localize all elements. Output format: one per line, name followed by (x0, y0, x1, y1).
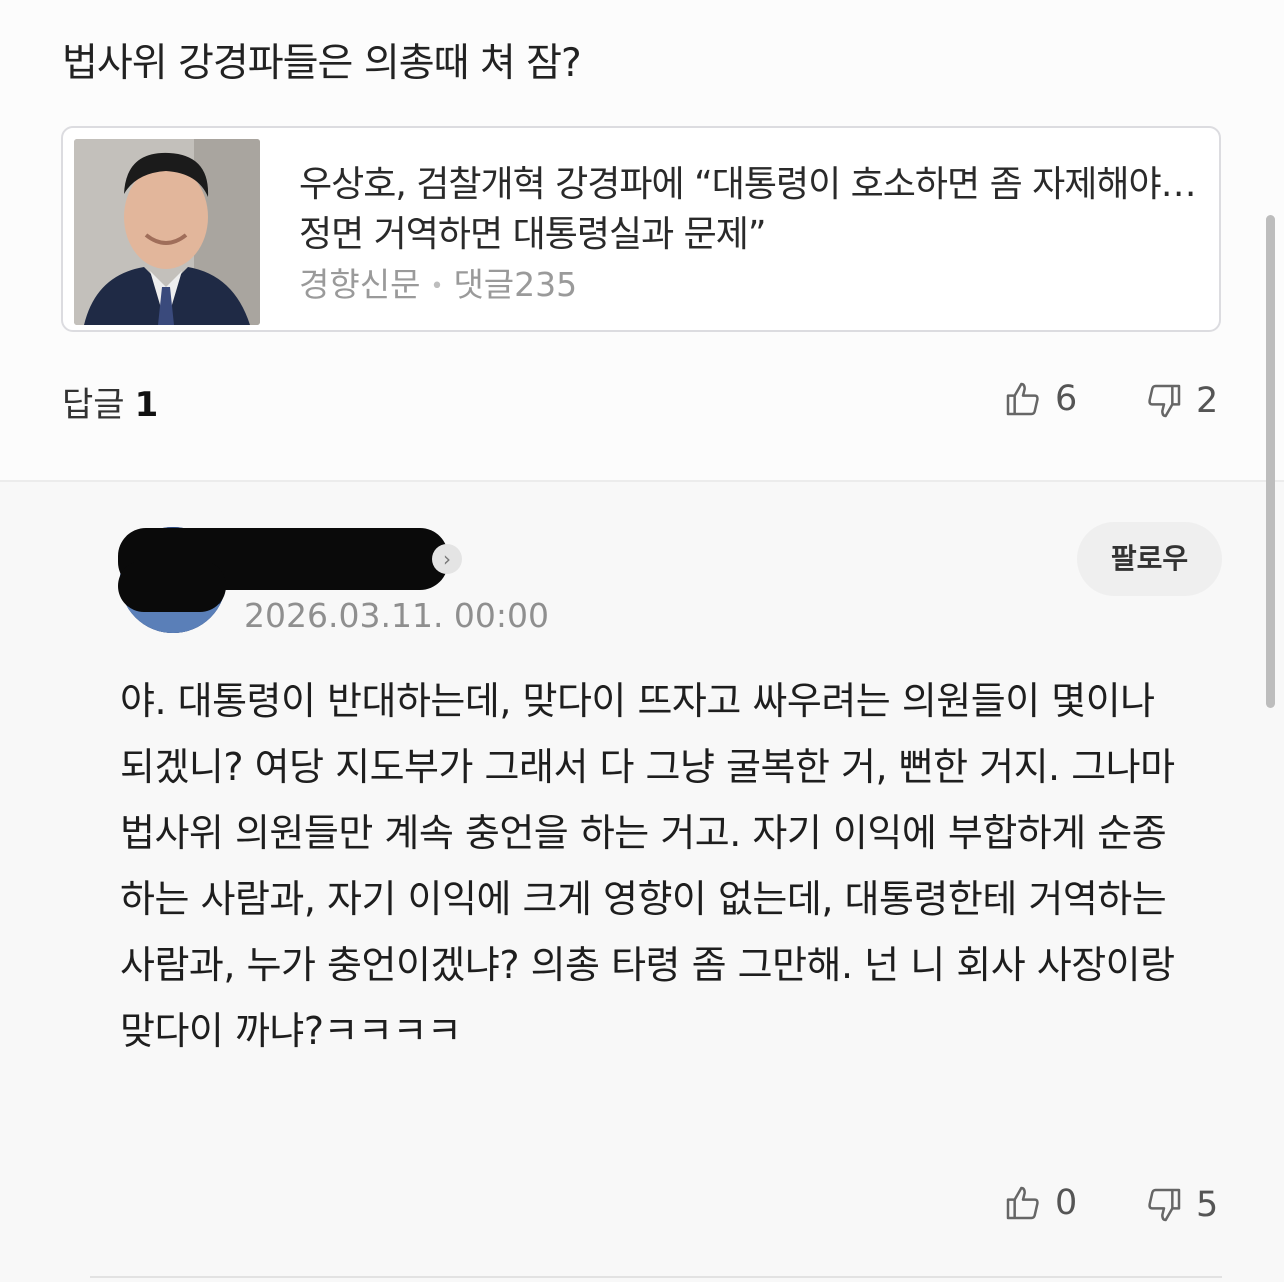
article-headline[interactable]: 우상호, 검찰개혁 강경파에 “대통령이 호소하면 좀 자제해야…정면 거역하면… (299, 160, 1199, 260)
scrollbar[interactable] (1266, 215, 1275, 708)
bottom-divider (90, 1276, 1222, 1278)
article-source: 경향신문 (299, 265, 421, 304)
avatar-redaction (118, 560, 226, 612)
post-dislike-count: 2 (1196, 381, 1219, 421)
post-like-count: 6 (1055, 379, 1078, 419)
post-dislike-button[interactable]: 2 (1144, 380, 1218, 422)
reply-dislike-count: 5 (1196, 1185, 1219, 1225)
thumbs-down-icon (1148, 384, 1181, 418)
reply-timestamp: 2026.03.11. 00:00 (244, 596, 550, 635)
thumbs-up-icon (1006, 382, 1039, 416)
reply-dislike-button[interactable]: 5 (1144, 1184, 1218, 1226)
post-title: 법사위 강경파들은 의총때 쳐 잠? (62, 41, 582, 86)
article-comment-count[interactable]: 댓글235 (453, 265, 577, 304)
replies-link[interactable]: 답글 1 (62, 377, 158, 426)
replies-label: 답글 (62, 385, 125, 425)
article-meta: 경향신문 • 댓글235 (299, 258, 577, 306)
post-like-button[interactable]: 6 (1003, 378, 1077, 420)
article-thumbnail (74, 139, 260, 325)
reply-text: 야. 대통령이 반대하는데, 맞다이 뜨자고 싸우려는 의원들이 몇이나 되겠니… (120, 679, 1175, 1053)
thumbs-up-icon (1006, 1186, 1039, 1220)
follow-button[interactable]: 팔로우 (1077, 522, 1222, 596)
chevron-right-icon[interactable]: › (432, 544, 462, 574)
replies-count: 1 (134, 385, 159, 425)
portrait-image (74, 139, 260, 325)
thumbs-down-icon (1148, 1188, 1181, 1222)
reply-like-count: 0 (1055, 1183, 1078, 1223)
meta-separator: • (430, 274, 444, 299)
reply-like-button[interactable]: 0 (1003, 1182, 1077, 1224)
article-card[interactable]: 우상호, 검찰개혁 강경파에 “대통령이 호소하면 좀 자제해야…정면 거역하면… (61, 126, 1221, 332)
